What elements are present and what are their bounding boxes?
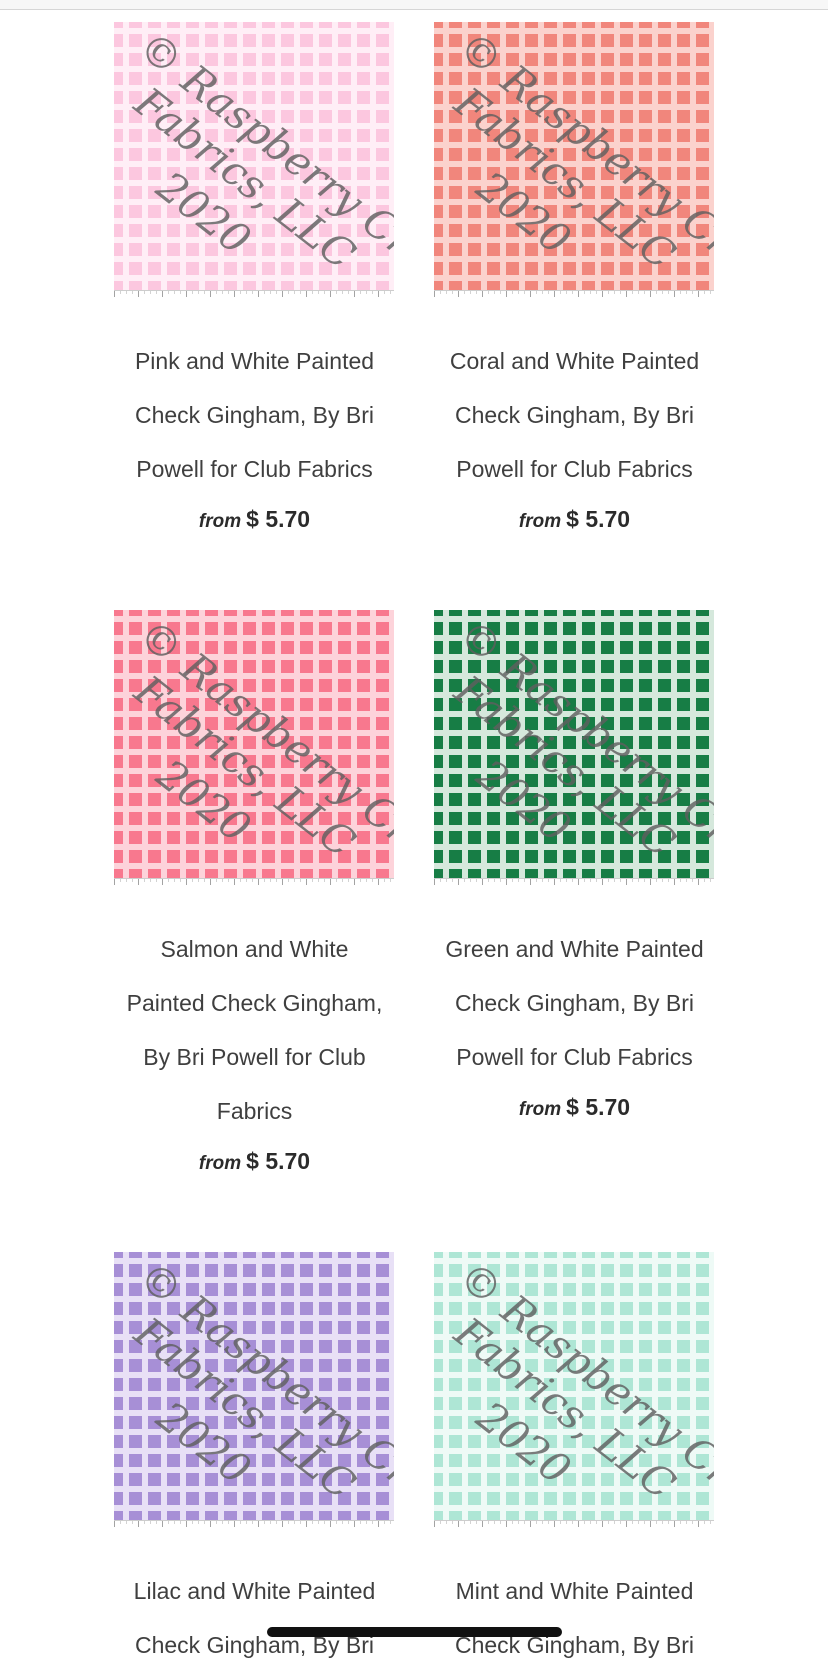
home-indicator[interactable] — [267, 1627, 562, 1637]
svg-text:Fabrics, LLC: Fabrics, LLC — [445, 77, 684, 279]
svg-text:© Raspberry Creek: © Raspberry Creek — [450, 1252, 714, 1520]
browser-toolbar-edge — [0, 0, 828, 10]
product-title-line: By Bri Powell for Club — [143, 1044, 366, 1070]
measurement-ruler — [114, 290, 394, 303]
svg-text:Fabrics, LLC: Fabrics, LLC — [125, 1307, 364, 1509]
product-title-line: Painted Check Gingham, — [126, 990, 383, 1016]
price-prefix: from — [518, 511, 562, 532]
product-image[interactable]: © Raspberry Creek Fabrics, LLC 2020 — [434, 610, 714, 878]
svg-text:© Raspberry Creek: © Raspberry Creek — [450, 22, 714, 290]
product-title-line: Pink and White Painted — [134, 348, 375, 374]
svg-text:© Raspberry Creek: © Raspberry Creek — [130, 22, 394, 290]
product-image[interactable]: © Raspberry Creek Fabrics, LLC 2020 — [434, 1252, 714, 1520]
product-title-line: Powell for Club Fabrics — [456, 1044, 693, 1070]
product-title-line: Check Gingham, By Bri — [454, 402, 695, 428]
product-price: from $ 5.70 — [102, 1148, 407, 1175]
product-title[interactable]: Pink and White Painted Check Gingham, By… — [102, 334, 407, 496]
product-image[interactable]: © Raspberry Creek Fabrics, LLC 2020 — [434, 22, 714, 290]
svg-text:2020: 2020 — [467, 1391, 580, 1494]
product-title[interactable]: Lilac and White Painted Check Gingham, B… — [102, 1564, 407, 1672]
product-title-line: Coral and White Painted — [449, 348, 700, 374]
product-image[interactable]: © Raspberry Creek Fabrics, LLC 2020 — [114, 610, 394, 878]
copyright-watermark: © Raspberry Creek Fabrics, LLC 2020 — [125, 22, 394, 290]
product-image[interactable]: © Raspberry Creek Fabrics, LLC 2020 — [114, 1252, 394, 1520]
price-amount: $ 5.70 — [246, 1148, 311, 1174]
product-title[interactable]: Mint and White Painted Check Gingham, By… — [422, 1564, 727, 1672]
copyright-watermark: © Raspberry Creek Fabrics, LLC 2020 — [445, 1252, 714, 1520]
product-title-line: Check Gingham, By Bri — [454, 990, 695, 1016]
product-title[interactable]: Coral and White Painted Check Gingham, B… — [422, 334, 727, 496]
svg-text:2020: 2020 — [147, 749, 260, 852]
product-price: from $ 5.70 — [422, 506, 727, 533]
measurement-ruler — [434, 290, 714, 303]
svg-text:Fabrics, LLC: Fabrics, LLC — [445, 665, 684, 867]
product-title-line: Check Gingham, By Bri — [134, 402, 375, 428]
svg-text:2020: 2020 — [467, 161, 580, 264]
svg-text:2020: 2020 — [147, 161, 260, 264]
svg-text:2020: 2020 — [467, 749, 580, 852]
product-price: from $ 5.70 — [422, 1094, 727, 1121]
svg-text:© Raspberry Creek: © Raspberry Creek — [130, 1252, 394, 1520]
product-image[interactable]: © Raspberry Creek Fabrics, LLC 2020 — [114, 22, 394, 290]
measurement-ruler — [114, 878, 394, 891]
svg-text:Fabrics, LLC: Fabrics, LLC — [445, 1307, 684, 1509]
svg-text:2020: 2020 — [147, 1391, 260, 1494]
svg-text:© Raspberry Creek: © Raspberry Creek — [130, 610, 394, 878]
product-price: from $ 5.70 — [102, 506, 407, 533]
product-title[interactable]: Green and White Painted Check Gingham, B… — [422, 922, 727, 1084]
product-title-line: Powell for Club Fabrics — [136, 456, 373, 482]
copyright-watermark: © Raspberry Creek Fabrics, LLC 2020 — [445, 22, 714, 290]
price-amount: $ 5.70 — [566, 506, 631, 532]
svg-text:Fabrics, LLC: Fabrics, LLC — [125, 665, 364, 867]
price-amount: $ 5.70 — [566, 1094, 631, 1120]
svg-text:Fabrics, LLC: Fabrics, LLC — [125, 77, 364, 279]
measurement-ruler — [434, 878, 714, 891]
product-title[interactable]: Salmon and White Painted Check Gingham, … — [102, 922, 407, 1138]
measurement-ruler — [434, 1520, 714, 1533]
copyright-watermark: © Raspberry Creek Fabrics, LLC 2020 — [125, 1252, 394, 1520]
price-prefix: from — [198, 511, 242, 532]
price-prefix: from — [198, 1153, 242, 1174]
price-amount: $ 5.70 — [246, 506, 311, 532]
product-title-line: Salmon and White — [160, 936, 349, 962]
svg-text:© Raspberry Creek: © Raspberry Creek — [450, 610, 714, 878]
product-title-line: Green and White Painted — [445, 936, 704, 962]
product-title-line: Powell for Club Fabrics — [456, 456, 693, 482]
product-title-line: Lilac and White Painted — [133, 1578, 376, 1604]
copyright-watermark: © Raspberry Creek Fabrics, LLC 2020 — [125, 610, 394, 878]
price-prefix: from — [518, 1099, 562, 1120]
copyright-watermark: © Raspberry Creek Fabrics, LLC 2020 — [445, 610, 714, 878]
product-title-line: Fabrics — [216, 1098, 293, 1124]
product-title-line: Mint and White Painted — [455, 1578, 694, 1604]
measurement-ruler — [114, 1520, 394, 1533]
